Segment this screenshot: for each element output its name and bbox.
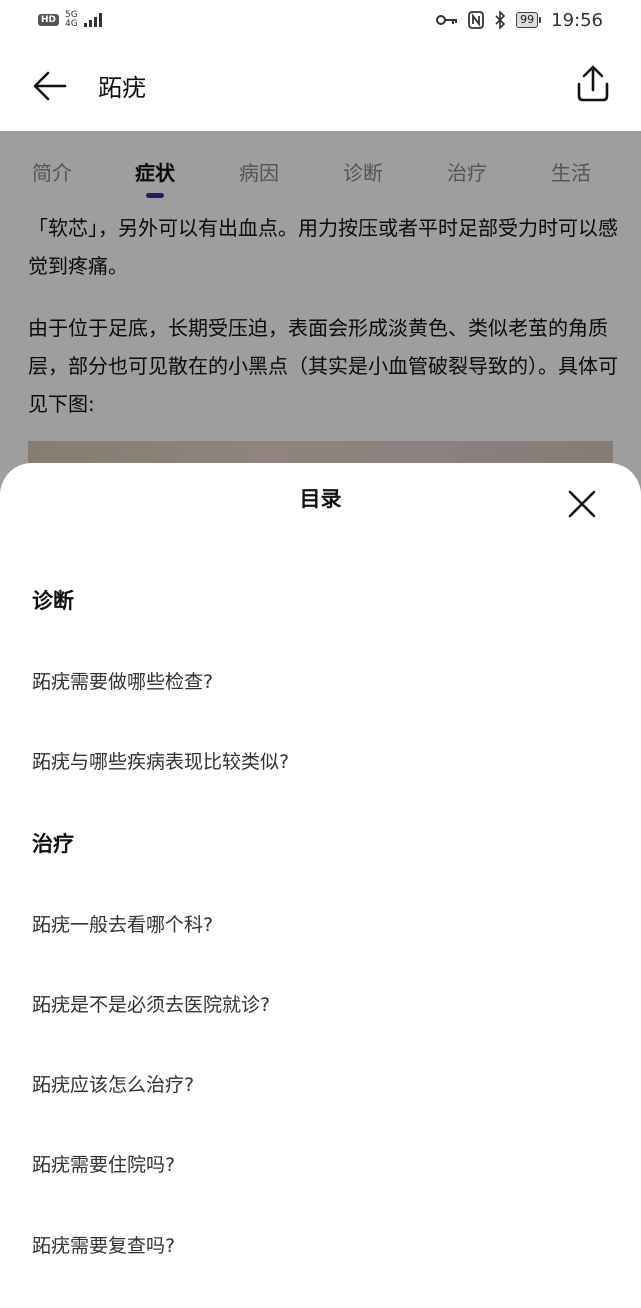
toc-item[interactable]: 跖疣一般去看哪个科? bbox=[32, 910, 213, 937]
close-icon bbox=[568, 490, 596, 518]
toc-item[interactable]: 跖疣需要复查吗? bbox=[32, 1231, 175, 1258]
clock: 19:56 bbox=[551, 9, 603, 31]
network-bottom: 4G bbox=[65, 19, 78, 29]
bluetooth-icon bbox=[495, 11, 506, 29]
toc-section-diagnosis[interactable]: 诊断 bbox=[32, 585, 74, 615]
signal-icon bbox=[83, 13, 102, 27]
status-bar: HD 5G 4G 99 19:56 bbox=[0, 0, 641, 40]
share-icon bbox=[577, 65, 609, 102]
sheet-title: 目录 bbox=[299, 487, 342, 511]
toc-item[interactable]: 跖疣与哪些疾病表现比较类似? bbox=[32, 747, 289, 774]
nfc-icon bbox=[468, 11, 485, 29]
close-button[interactable] bbox=[563, 485, 601, 523]
app-header: 跖疣 bbox=[0, 40, 641, 131]
toc-item[interactable]: 跖疣是不是必须去医院就诊? bbox=[32, 990, 270, 1017]
toc-section-treatment[interactable]: 治疗 bbox=[32, 828, 74, 858]
hd-badge: HD bbox=[38, 14, 60, 26]
page-title: 跖疣 bbox=[98, 74, 146, 102]
toc-item[interactable]: 跖疣需要住院吗? bbox=[32, 1150, 175, 1177]
battery-icon: 99 bbox=[516, 12, 542, 28]
network-type: 5G 4G bbox=[65, 11, 78, 29]
share-button[interactable] bbox=[571, 62, 615, 106]
status-right: 99 19:56 bbox=[436, 10, 603, 31]
toc-item[interactable]: 跖疣需要做哪些检查? bbox=[32, 667, 213, 694]
back-button[interactable] bbox=[30, 66, 70, 106]
status-left: HD 5G 4G bbox=[38, 11, 102, 29]
arrow-left-icon bbox=[33, 71, 67, 101]
toc-item[interactable]: 跖疣应该怎么治疗? bbox=[32, 1070, 194, 1097]
key-icon bbox=[436, 15, 458, 25]
toc-sheet: 目录 诊断 跖疣需要做哪些检查? 跖疣与哪些疾病表现比较类似? 治疗 跖疣一般去… bbox=[0, 463, 641, 1308]
battery-level: 99 bbox=[516, 12, 539, 28]
